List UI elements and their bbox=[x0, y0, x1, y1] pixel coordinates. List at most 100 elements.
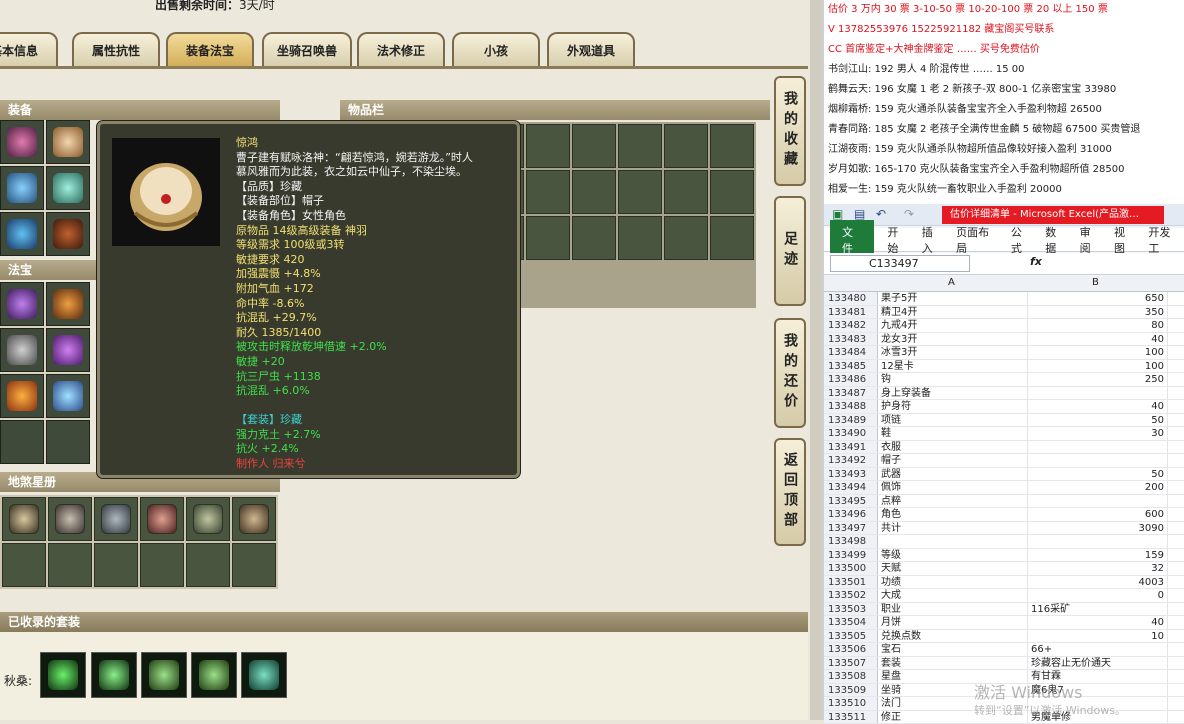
suit-item[interactable] bbox=[40, 652, 86, 698]
cell-b[interactable]: 珍藏容止无价通天 bbox=[1028, 657, 1168, 670]
back-to-top-button[interactable]: 返回顶部 bbox=[774, 438, 806, 546]
ribbon-tab[interactable]: 审阅 bbox=[1080, 224, 1100, 256]
row-number[interactable]: 133506 bbox=[824, 643, 878, 656]
cell-a[interactable]: 武器 bbox=[878, 468, 1028, 481]
equip-slot[interactable] bbox=[0, 120, 44, 164]
tab-attributes[interactable]: 属性抗性 bbox=[72, 32, 160, 66]
row-number[interactable]: 133484 bbox=[824, 346, 878, 359]
treasure-slot[interactable] bbox=[0, 420, 44, 464]
pet-slot[interactable] bbox=[232, 497, 276, 541]
equip-slot[interactable] bbox=[46, 120, 90, 164]
ribbon-tab[interactable]: 页面布局 bbox=[956, 224, 997, 256]
tab-mounts-pets[interactable]: 坐骑召唤兽 bbox=[262, 32, 352, 66]
my-offers-button[interactable]: 我的还价 bbox=[774, 318, 806, 428]
row-number[interactable]: 133485 bbox=[824, 360, 878, 373]
inventory-slot[interactable] bbox=[526, 170, 570, 214]
cell-a[interactable]: 衣服 bbox=[878, 441, 1028, 454]
cell-b[interactable]: 100 bbox=[1028, 346, 1168, 359]
row-number[interactable]: 133487 bbox=[824, 387, 878, 400]
cell-b[interactable]: 600 bbox=[1028, 508, 1168, 521]
treasure-slot[interactable] bbox=[46, 374, 90, 418]
row-number[interactable]: 133483 bbox=[824, 333, 878, 346]
row-number[interactable]: 133490 bbox=[824, 427, 878, 440]
pet-slot[interactable] bbox=[48, 497, 92, 541]
col-b-header[interactable]: B bbox=[1092, 277, 1099, 288]
cell-b[interactable]: 159 bbox=[1028, 549, 1168, 562]
row-number[interactable]: 133493 bbox=[824, 468, 878, 481]
cell-a[interactable]: 点粹 bbox=[878, 495, 1028, 508]
cell-a[interactable]: 职业 bbox=[878, 603, 1028, 616]
cell-b[interactable] bbox=[1028, 535, 1168, 548]
inventory-slot[interactable] bbox=[618, 170, 662, 214]
ribbon-tab[interactable]: 视图 bbox=[1114, 224, 1134, 256]
row-number[interactable]: 133510 bbox=[824, 697, 878, 710]
inventory-slot[interactable] bbox=[572, 170, 616, 214]
cell-b[interactable]: 80 bbox=[1028, 319, 1168, 332]
cell-b[interactable]: 30 bbox=[1028, 427, 1168, 440]
row-number[interactable]: 133492 bbox=[824, 454, 878, 467]
cell-a[interactable]: 套装 bbox=[878, 657, 1028, 670]
my-favorites-button[interactable]: 我的收藏 bbox=[774, 76, 806, 186]
cell-b[interactable]: 10 bbox=[1028, 630, 1168, 643]
pet-slot[interactable] bbox=[186, 543, 230, 587]
row-number[interactable]: 133496 bbox=[824, 508, 878, 521]
cell-b[interactable]: 650 bbox=[1028, 292, 1168, 305]
cell-a[interactable]: 月饼 bbox=[878, 616, 1028, 629]
ribbon-tab[interactable]: 开发工 bbox=[1148, 224, 1179, 256]
inventory-slot[interactable] bbox=[710, 170, 754, 214]
cell-a[interactable]: 宝石 bbox=[878, 643, 1028, 656]
cell-b[interactable]: 32 bbox=[1028, 562, 1168, 575]
col-a-header[interactable]: A bbox=[948, 277, 955, 288]
row-number[interactable]: 133491 bbox=[824, 441, 878, 454]
inventory-slot[interactable] bbox=[526, 124, 570, 168]
suit-item[interactable] bbox=[191, 652, 237, 698]
pet-slot[interactable] bbox=[140, 497, 184, 541]
treasure-slot[interactable] bbox=[0, 374, 44, 418]
cell-a[interactable]: 龙女3开 bbox=[878, 333, 1028, 346]
equip-slot[interactable] bbox=[46, 212, 90, 256]
cell-b[interactable]: 0 bbox=[1028, 589, 1168, 602]
tab-child[interactable]: 小孩 bbox=[452, 32, 540, 66]
row-number[interactable]: 133503 bbox=[824, 603, 878, 616]
cell-b[interactable]: 40 bbox=[1028, 616, 1168, 629]
equip-slot[interactable] bbox=[46, 166, 90, 210]
row-number[interactable]: 133489 bbox=[824, 414, 878, 427]
cell-b[interactable]: 50 bbox=[1028, 468, 1168, 481]
treasure-slot[interactable] bbox=[46, 282, 90, 326]
cell-a[interactable]: 钩 bbox=[878, 373, 1028, 386]
cell-a[interactable]: 护身符 bbox=[878, 400, 1028, 413]
ribbon-tab[interactable]: 公式 bbox=[1011, 224, 1031, 256]
redo-icon[interactable]: ↷ bbox=[904, 207, 914, 221]
row-number[interactable]: 133494 bbox=[824, 481, 878, 494]
row-number[interactable]: 133481 bbox=[824, 306, 878, 319]
row-number[interactable]: 133480 bbox=[824, 292, 878, 305]
cell-b[interactable]: 200 bbox=[1028, 481, 1168, 494]
footprints-button[interactable]: 足迹 bbox=[774, 196, 806, 306]
cell-b[interactable]: 50 bbox=[1028, 414, 1168, 427]
tab-appearance[interactable]: 外观道具 bbox=[547, 32, 635, 66]
inventory-slot[interactable] bbox=[710, 216, 754, 260]
cell-a[interactable]: 冰雪3开 bbox=[878, 346, 1028, 359]
cell-a[interactable]: 12星卡 bbox=[878, 360, 1028, 373]
pet-slot[interactable] bbox=[48, 543, 92, 587]
row-number[interactable]: 133495 bbox=[824, 495, 878, 508]
pet-slot[interactable] bbox=[94, 497, 138, 541]
cell-b[interactable] bbox=[1028, 454, 1168, 467]
cell-a[interactable]: 九戒4开 bbox=[878, 319, 1028, 332]
row-number[interactable]: 133508 bbox=[824, 670, 878, 683]
undo-icon[interactable]: ↶ bbox=[876, 207, 886, 221]
pet-slot[interactable] bbox=[94, 543, 138, 587]
row-number[interactable]: 133488 bbox=[824, 400, 878, 413]
treasure-slot[interactable] bbox=[0, 328, 44, 372]
row-number[interactable]: 133505 bbox=[824, 630, 878, 643]
suit-item[interactable] bbox=[91, 652, 137, 698]
treasure-slot[interactable] bbox=[46, 328, 90, 372]
cell-a[interactable]: 天赋 bbox=[878, 562, 1028, 575]
inventory-slot[interactable] bbox=[664, 124, 708, 168]
tab-basic-info[interactable]: 基本信息 bbox=[0, 32, 58, 66]
cell-a[interactable]: 角色 bbox=[878, 508, 1028, 521]
cell-b[interactable]: 100 bbox=[1028, 360, 1168, 373]
row-number[interactable]: 133499 bbox=[824, 549, 878, 562]
row-number[interactable]: 133501 bbox=[824, 576, 878, 589]
inventory-slot[interactable] bbox=[572, 124, 616, 168]
